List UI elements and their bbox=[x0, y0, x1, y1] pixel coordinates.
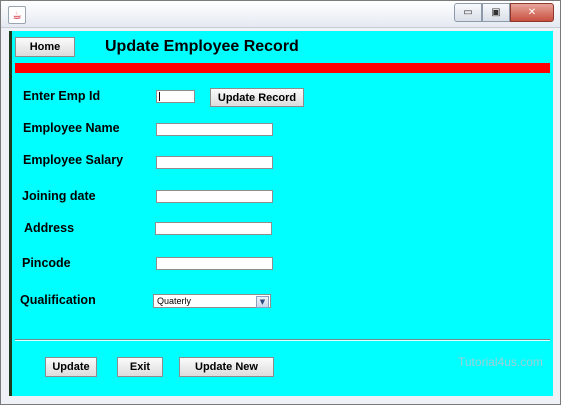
chevron-down-icon[interactable]: ▼ bbox=[256, 296, 269, 308]
qualification-label: Qualification bbox=[20, 293, 96, 307]
header-divider bbox=[15, 63, 550, 73]
employee-name-label: Employee Name bbox=[23, 121, 120, 135]
title-bar[interactable]: ☕ ▭ ▣ ✕ bbox=[1, 1, 560, 28]
qualification-select[interactable]: Quaterly ▼ bbox=[153, 294, 271, 308]
employee-salary-input[interactable] bbox=[156, 156, 273, 169]
address-input[interactable] bbox=[155, 222, 272, 235]
pincode-input[interactable] bbox=[156, 257, 273, 270]
emp-id-input[interactable] bbox=[156, 90, 195, 103]
watermark-text: Tutorial4us.com bbox=[458, 355, 543, 369]
page-title: Update Employee Record bbox=[105, 38, 299, 55]
java-cup-icon[interactable]: ☕ bbox=[8, 6, 26, 24]
footer-divider bbox=[15, 339, 550, 341]
application-window: ☕ ▭ ▣ ✕ Home Update Employee Record Ente… bbox=[0, 0, 561, 405]
update-button[interactable]: Update bbox=[45, 357, 97, 377]
exit-button[interactable]: Exit bbox=[117, 357, 163, 377]
qualification-selected-value: Quaterly bbox=[157, 296, 192, 306]
close-button[interactable]: ✕ bbox=[510, 3, 554, 22]
joining-date-input[interactable] bbox=[156, 190, 273, 203]
text-caret bbox=[159, 92, 160, 101]
window-controls: ▭ ▣ ✕ bbox=[454, 3, 554, 22]
update-new-button[interactable]: Update New bbox=[179, 357, 274, 377]
employee-name-input[interactable] bbox=[156, 123, 273, 136]
employee-salary-label: Employee Salary bbox=[23, 153, 124, 167]
minimize-button[interactable]: ▭ bbox=[454, 3, 482, 22]
emp-id-label: Enter Emp Id bbox=[23, 89, 101, 103]
address-label: Address bbox=[24, 221, 75, 235]
home-button[interactable]: Home bbox=[15, 37, 75, 57]
pincode-label: Pincode bbox=[22, 256, 71, 270]
form-panel: Home Update Employee Record Enter Emp Id… bbox=[9, 31, 553, 396]
update-record-button[interactable]: Update Record bbox=[210, 88, 304, 107]
joining-date-label: Joining date bbox=[22, 189, 96, 203]
maximize-button[interactable]: ▣ bbox=[482, 3, 510, 22]
